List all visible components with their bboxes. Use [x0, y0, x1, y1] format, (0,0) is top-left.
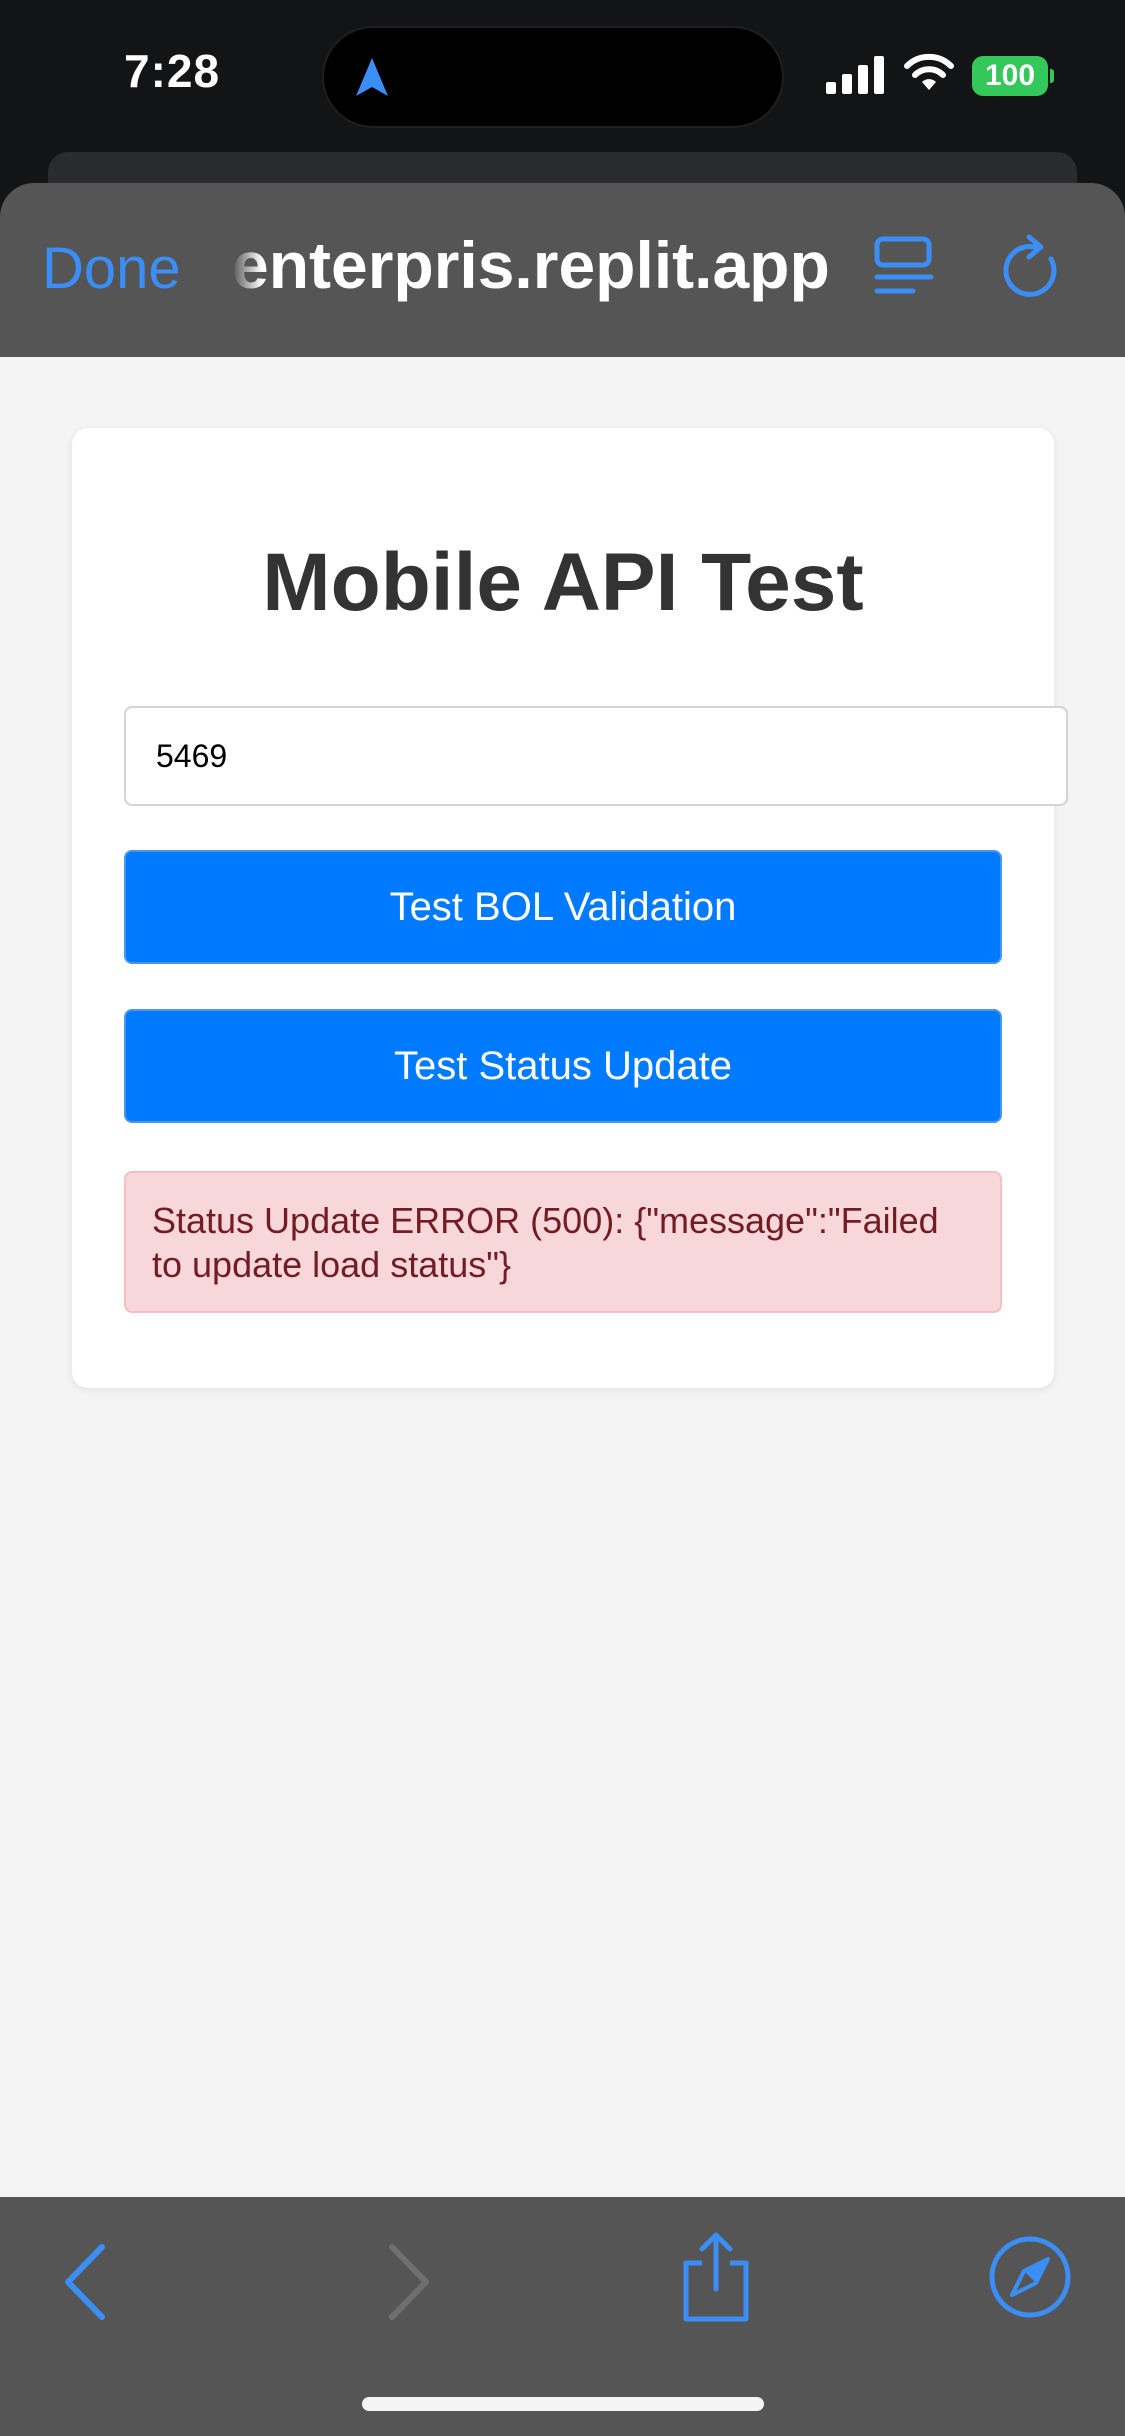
web-content: Mobile API Test Test BOL Validation Test…	[0, 357, 1125, 2197]
reader-mode-icon[interactable]	[873, 233, 935, 303]
back-arrow-icon[interactable]	[58, 2239, 114, 2325]
status-bar: 7:28 100	[0, 0, 1125, 150]
test-card: Mobile API Test Test BOL Validation Test…	[72, 428, 1068, 1388]
share-icon[interactable]	[676, 2229, 756, 2325]
wifi-icon	[904, 53, 954, 90]
battery-level: 100	[972, 56, 1048, 96]
location-arrow-icon	[356, 58, 388, 96]
reload-icon[interactable]	[1001, 233, 1065, 303]
cellular-signal-icon	[826, 56, 884, 94]
error-message: Status Update ERROR (500): {"message":"F…	[124, 1171, 1002, 1313]
page-title: Mobile API Test	[262, 537, 864, 628]
done-button[interactable]: Done	[42, 235, 181, 302]
status-time: 7:28	[124, 45, 221, 97]
home-indicator[interactable]	[362, 2397, 764, 2411]
forward-arrow-icon[interactable]	[380, 2239, 436, 2325]
test-bol-validation-button[interactable]: Test BOL Validation	[124, 850, 1002, 964]
bol-number-input[interactable]	[124, 706, 1068, 806]
battery-icon: 100	[972, 56, 1054, 96]
compass-icon[interactable]	[986, 2233, 1074, 2321]
test-status-update-button[interactable]: Test Status Update	[124, 1009, 1002, 1123]
browser-top-toolbar: Done enterpris.replit.app	[0, 183, 1125, 357]
url-display[interactable]: enterpris.replit.app	[232, 227, 832, 303]
